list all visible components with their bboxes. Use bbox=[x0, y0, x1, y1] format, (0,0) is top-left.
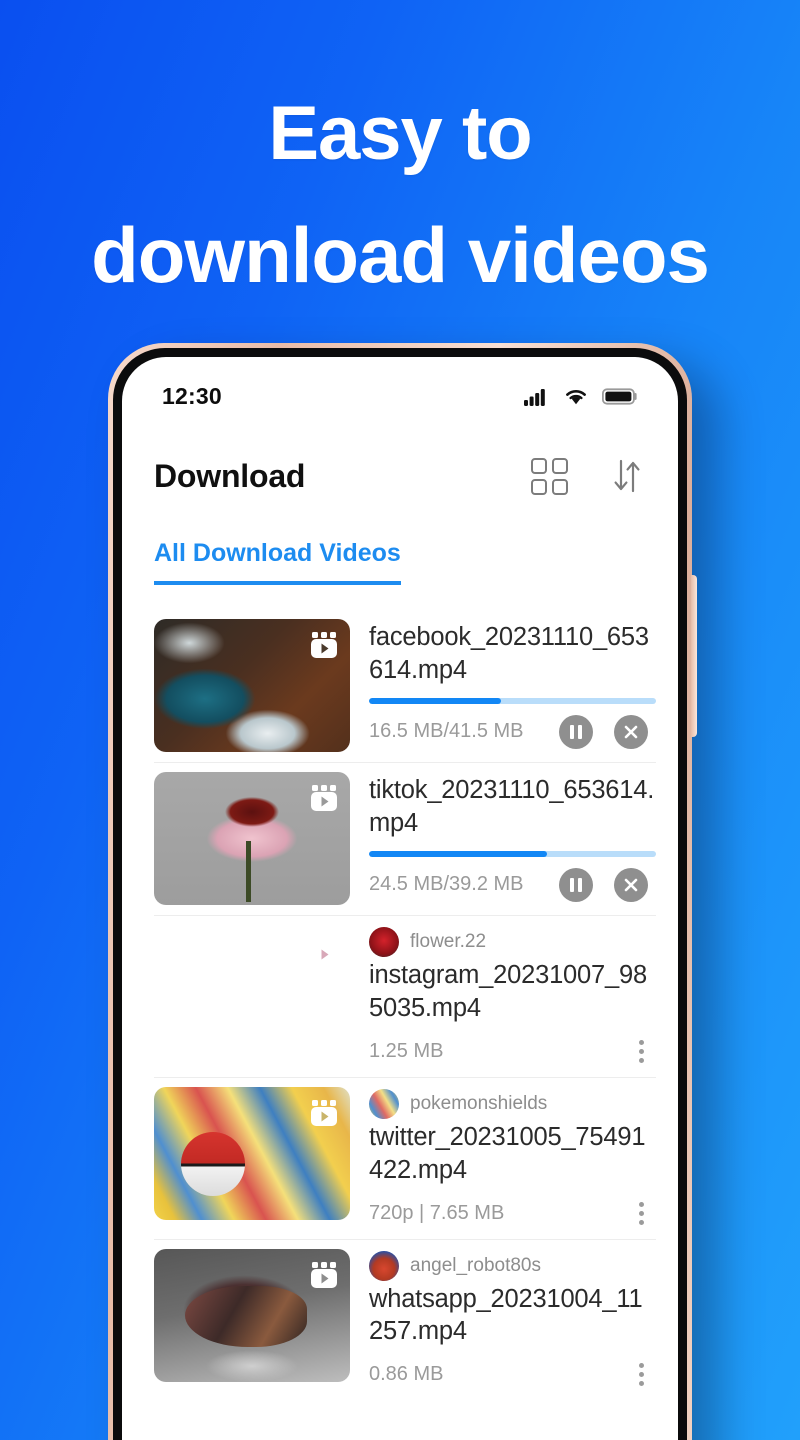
video-badge-icon bbox=[311, 785, 337, 811]
phone-bezel: 12:30 Download All Download Videos faceb… bbox=[113, 348, 687, 1440]
list-item[interactable]: pokemonshields twitter_20231005_75491422… bbox=[122, 1076, 678, 1239]
list-item[interactable]: tiktok_20231110_653614.mp4 24.5 MB/39.2 … bbox=[122, 762, 678, 915]
avatar bbox=[369, 1088, 399, 1119]
phone-mockup: 12:30 Download All Download Videos faceb… bbox=[108, 343, 697, 1440]
uploader: angel_robot80s bbox=[369, 1250, 656, 1281]
list-item[interactable]: angel_robot80s whatsapp_20231004_11257.m… bbox=[122, 1238, 678, 1401]
file-name: whatsapp_20231004_11257.mp4 bbox=[369, 1284, 643, 1346]
wifi-icon bbox=[566, 389, 586, 404]
file-size: 1.25 MB bbox=[369, 1039, 444, 1062]
grid-cell bbox=[552, 457, 568, 474]
item-actions bbox=[559, 867, 656, 902]
more-vertical-icon[interactable] bbox=[635, 1036, 656, 1067]
uploader-name: flower.22 bbox=[410, 931, 487, 952]
file-name: instagram_20231007_985035.mp4 bbox=[369, 961, 647, 1022]
file-name: tiktok_20231110_653614.mp4 bbox=[369, 776, 655, 837]
uploader-name: pokemonshields bbox=[410, 1092, 548, 1114]
list-item[interactable]: facebook_20231110_653614.mp4 16.5 MB/41.… bbox=[122, 609, 678, 762]
headline-line-1: Easy to bbox=[268, 91, 532, 176]
file-size: 0.86 MB bbox=[369, 1363, 444, 1386]
avatar bbox=[369, 1250, 399, 1281]
item-meta: tiktok_20231110_653614.mp4 24.5 MB/39.2 … bbox=[369, 772, 656, 905]
file-size: 720p | 7.65 MB bbox=[369, 1201, 505, 1224]
more-vertical-icon[interactable] bbox=[635, 1359, 656, 1390]
uploader: pokemonshields bbox=[369, 1088, 656, 1119]
video-badge-icon bbox=[311, 938, 337, 964]
grid-cell bbox=[552, 478, 568, 495]
battery-full-icon bbox=[602, 387, 637, 405]
uploader-name: angel_robot80s bbox=[410, 1254, 541, 1276]
status-bar: 12:30 bbox=[122, 357, 678, 427]
thumbnail-wrap[interactable] bbox=[154, 1248, 350, 1391]
file-size: 24.5 MB/39.2 MB bbox=[369, 873, 524, 896]
download-progress-bar bbox=[369, 697, 656, 704]
file-name: twitter_20231005_75491422.mp4 bbox=[369, 1122, 646, 1184]
more-vertical-icon[interactable] bbox=[635, 1198, 656, 1229]
grid-cell bbox=[531, 478, 547, 495]
download-progress-bar bbox=[369, 850, 656, 857]
item-status-row: 720p | 7.65 MB bbox=[369, 1198, 656, 1229]
cellular-signal-icon bbox=[524, 388, 545, 406]
status-bar-icons bbox=[524, 387, 638, 406]
item-status-row: 1.25 MB bbox=[369, 1036, 656, 1067]
progress-fill bbox=[369, 697, 502, 704]
download-list: facebook_20231110_653614.mp4 16.5 MB/41.… bbox=[122, 609, 678, 1400]
pause-icon[interactable] bbox=[559, 714, 593, 749]
close-icon[interactable] bbox=[614, 714, 648, 749]
avatar bbox=[369, 927, 399, 957]
list-item[interactable]: flower.22 instagram_20231007_985035.mp4 … bbox=[122, 915, 678, 1077]
item-actions bbox=[559, 714, 656, 749]
video-badge-icon bbox=[311, 1261, 337, 1288]
file-size: 16.5 MB/41.5 MB bbox=[369, 720, 524, 743]
item-status-row: 24.5 MB/39.2 MB bbox=[369, 867, 656, 902]
headline-line-2: download videos bbox=[91, 211, 710, 300]
progress-fill bbox=[369, 850, 547, 857]
item-status-row: 16.5 MB/41.5 MB bbox=[369, 714, 656, 749]
item-meta: facebook_20231110_653614.mp4 16.5 MB/41.… bbox=[369, 619, 656, 752]
phone-side-button[interactable] bbox=[691, 575, 697, 737]
video-badge-icon bbox=[311, 632, 337, 658]
grid-view-icon[interactable] bbox=[531, 457, 568, 495]
promo-screenshot: Easy to download videos 12:30 Download A… bbox=[0, 0, 800, 1440]
thumbnail-wrap[interactable] bbox=[154, 925, 350, 1067]
uploader: flower.22 bbox=[369, 927, 656, 957]
sort-icon[interactable] bbox=[612, 457, 642, 495]
tab-all-download-videos[interactable]: All Download Videos bbox=[154, 539, 401, 585]
page-title: Download bbox=[154, 457, 306, 494]
pause-icon[interactable] bbox=[559, 867, 593, 902]
status-bar-clock: 12:30 bbox=[162, 382, 222, 409]
file-name: facebook_20231110_653614.mp4 bbox=[369, 623, 649, 684]
app-header: Download bbox=[122, 427, 678, 495]
video-badge-icon bbox=[311, 1099, 337, 1126]
thumbnail-wrap[interactable] bbox=[154, 1086, 350, 1229]
thumbnail-wrap[interactable] bbox=[154, 619, 350, 752]
thumbnail-wrap[interactable] bbox=[154, 772, 350, 905]
tab-bar: All Download Videos bbox=[122, 495, 678, 585]
header-actions bbox=[531, 457, 642, 495]
item-meta: pokemonshields twitter_20231005_75491422… bbox=[369, 1087, 656, 1229]
item-status-row: 0.86 MB bbox=[369, 1359, 656, 1390]
phone-screen: 12:30 Download All Download Videos faceb… bbox=[122, 357, 678, 1440]
item-meta: flower.22 instagram_20231007_985035.mp4 … bbox=[369, 925, 656, 1067]
item-meta: angel_robot80s whatsapp_20231004_11257.m… bbox=[369, 1249, 656, 1391]
grid-cell bbox=[531, 457, 547, 474]
headline: Easy to download videos bbox=[0, 74, 800, 317]
close-icon[interactable] bbox=[614, 867, 648, 902]
